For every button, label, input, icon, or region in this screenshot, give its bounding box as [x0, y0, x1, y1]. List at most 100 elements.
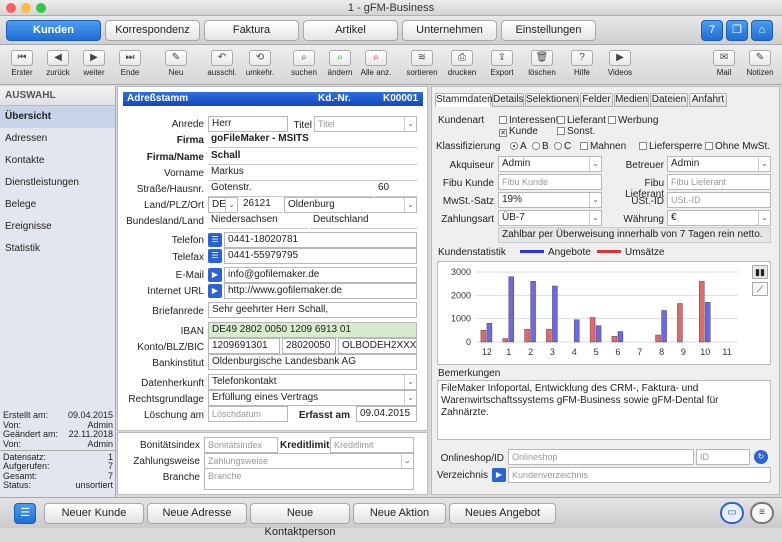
show-all-button[interactable]: ⌕ Alle anz.: [356, 47, 396, 83]
last-record-button[interactable]: ⏭ Ende: [110, 47, 150, 83]
sidebar-item-belege[interactable]: Belege: [0, 194, 115, 216]
land-field[interactable]: DE ⌄: [208, 197, 238, 213]
tab-details[interactable]: Details: [492, 93, 524, 107]
checkbox-werbung[interactable]: Werbung: [608, 115, 658, 126]
print-button[interactable]: ⎙ drucken: [442, 47, 482, 83]
email-field[interactable]: info@gofilemaker.de: [224, 267, 417, 283]
checkbox-ohne-mwst[interactable]: Ohne MwSt.: [705, 141, 770, 152]
hausnr-field[interactable]: 60: [375, 181, 417, 197]
refresh-icon[interactable]: ↻: [754, 450, 768, 464]
anrede-field[interactable]: Herr: [208, 116, 288, 132]
landname-field[interactable]: Deutschland: [310, 213, 417, 229]
send-email-icon[interactable]: ▶: [208, 268, 222, 282]
checkbox-sonst[interactable]: Sonst.: [557, 126, 595, 137]
open-folder-icon[interactable]: ▶: [492, 468, 506, 482]
bar-chart-icon[interactable]: ▮▮: [752, 265, 768, 279]
first-record-button[interactable]: ⏮ Erster: [2, 47, 42, 83]
checkbox-lieferant[interactable]: Lieferant: [557, 115, 606, 126]
bemerkungen-field[interactable]: FileMaker Infoportal, Entwicklung des CR…: [437, 380, 771, 440]
new-action-button[interactable]: Neue Aktion: [353, 503, 446, 524]
line-chart-icon[interactable]: ⟋: [752, 282, 768, 296]
strasse-field[interactable]: Gotenstr.: [208, 181, 373, 197]
chevron-down-icon[interactable]: ⌄: [404, 198, 416, 212]
windows-icon[interactable]: ❐: [726, 20, 748, 41]
nav-tab-artikel[interactable]: Artikel: [303, 20, 398, 41]
konto-field[interactable]: 1209691301: [208, 338, 280, 354]
videos-button[interactable]: ▶ Videos: [600, 47, 640, 83]
mail-button[interactable]: ✉ Mail: [704, 47, 744, 83]
chevron-down-icon[interactable]: ⌄: [404, 375, 416, 389]
bank-field[interactable]: Oldenburgische Landesbank AG: [208, 354, 417, 370]
chevron-down-icon[interactable]: ⌄: [589, 211, 601, 225]
dial-phone-icon[interactable]: ☰: [208, 233, 222, 247]
plz-field[interactable]: 26121: [240, 197, 282, 213]
firma-field[interactable]: goFileMaker - MSITS: [208, 132, 417, 148]
minimize-window-button[interactable]: [21, 3, 31, 13]
chevron-down-icon[interactable]: ⌄: [404, 117, 416, 131]
kreditlimit-field[interactable]: Kreditlimit: [330, 437, 414, 453]
chevron-down-icon[interactable]: ⌄: [589, 157, 601, 171]
sidebar-item-statistik[interactable]: Statistik: [0, 238, 115, 260]
sidebar-item-uebersicht[interactable]: Übersicht: [0, 106, 115, 128]
betreuer-field[interactable]: Admin ⌄: [667, 156, 771, 172]
tab-stammdaten[interactable]: Stammdaten: [435, 93, 493, 107]
firma-name-field[interactable]: Schall: [208, 149, 417, 165]
dial-fax-icon[interactable]: ☰: [208, 249, 222, 263]
ort-field[interactable]: Oldenburg ⌄: [284, 197, 417, 213]
screen-icon[interactable]: ▭: [720, 502, 744, 524]
checkbox-mahnen[interactable]: Mahnen: [580, 141, 626, 152]
sidebar-item-kontakte[interactable]: Kontakte: [0, 150, 115, 172]
checkbox-kunde[interactable]: ✕ Kunde: [499, 126, 538, 137]
onlineshop-field[interactable]: Onlineshop: [508, 449, 694, 465]
previous-record-button[interactable]: ◀ zurück: [38, 47, 78, 83]
chevron-down-icon[interactable]: ⌄: [758, 211, 770, 225]
iban-field[interactable]: DE49 2802 0050 1209 6913 01: [208, 322, 417, 338]
radio-a[interactable]: A: [510, 141, 527, 152]
telefon-field[interactable]: 0441-18020781: [224, 232, 417, 248]
checkbox-interessent[interactable]: Interessent: [499, 115, 558, 126]
open-url-icon[interactable]: ▶: [208, 284, 222, 298]
tab-dateien[interactable]: Dateien: [650, 93, 688, 107]
bundesland-field[interactable]: Niedersachsen: [208, 213, 308, 229]
vorname-field[interactable]: Markus: [208, 165, 417, 181]
zahlungsweise-field[interactable]: Zahlungsweise ⌄: [204, 453, 414, 469]
sidebar-item-ereignisse[interactable]: Ereignisse: [0, 216, 115, 238]
delete-button[interactable]: 🗑 löschen: [522, 47, 562, 83]
chevron-down-icon[interactable]: ⌄: [401, 454, 413, 468]
tab-selektionen[interactable]: Selektionen: [525, 93, 579, 107]
datenherkunft-field[interactable]: Telefonkontakt ⌄: [208, 374, 417, 390]
radio-c[interactable]: C: [554, 141, 571, 152]
internet-field[interactable]: http://www.gofilemaker.de: [224, 283, 417, 299]
erfasst-field[interactable]: 09.04.2015: [356, 406, 417, 422]
new-record-button[interactable]: ✎ Neu: [156, 47, 196, 83]
fibu-lieferant-field[interactable]: Fibu Lieferant: [667, 174, 771, 190]
chevron-down-icon[interactable]: ⌄: [404, 391, 416, 405]
help-button[interactable]: ? Hilfe: [562, 47, 602, 83]
rechtsgrundlage-field[interactable]: Erfüllung eines Vertrags ⌄: [208, 390, 417, 406]
nav-tab-faktura[interactable]: Faktura: [204, 20, 299, 41]
invert-button[interactable]: ⟲ umkehr.: [240, 47, 280, 83]
titel-field[interactable]: Titel ⌄: [314, 116, 417, 132]
new-address-button[interactable]: Neue Adresse: [147, 503, 247, 524]
onlineshop-id-field[interactable]: ID: [696, 449, 750, 465]
new-contact-button[interactable]: Neue Kontaktperson: [250, 503, 350, 538]
nav-tab-kunden[interactable]: Kunden: [6, 20, 101, 41]
blz-field[interactable]: 28020050: [282, 338, 336, 354]
new-offer-button[interactable]: Neues Angebot: [449, 503, 556, 524]
tab-medien[interactable]: Medien: [614, 93, 649, 107]
akquiseur-field[interactable]: Admin ⌄: [498, 156, 602, 172]
close-window-button[interactable]: [6, 3, 16, 13]
sort-button[interactable]: ≋ sortieren: [402, 47, 442, 83]
zahlungsart-field[interactable]: ÜB-7 ⌄: [498, 210, 602, 226]
loeschung-field[interactable]: Löschdatum: [208, 406, 288, 422]
checkbox-liefersperre[interactable]: Liefersperre: [639, 141, 702, 152]
nav-tab-einstellungen[interactable]: Einstellungen: [501, 20, 596, 41]
zoom-window-button[interactable]: [36, 3, 46, 13]
bic-field[interactable]: OLBODEH2XXX: [338, 338, 417, 354]
verzeichnis-field[interactable]: Kundenverzeichnis: [508, 467, 771, 483]
chevron-down-icon[interactable]: ⌄: [758, 157, 770, 171]
notes-button[interactable]: ✎ Notizen: [740, 47, 780, 83]
sidebar-item-adressen[interactable]: Adressen: [0, 128, 115, 150]
mwst-field[interactable]: 19% ⌄: [498, 192, 602, 208]
modify-button[interactable]: ⌕ ändern: [320, 47, 360, 83]
